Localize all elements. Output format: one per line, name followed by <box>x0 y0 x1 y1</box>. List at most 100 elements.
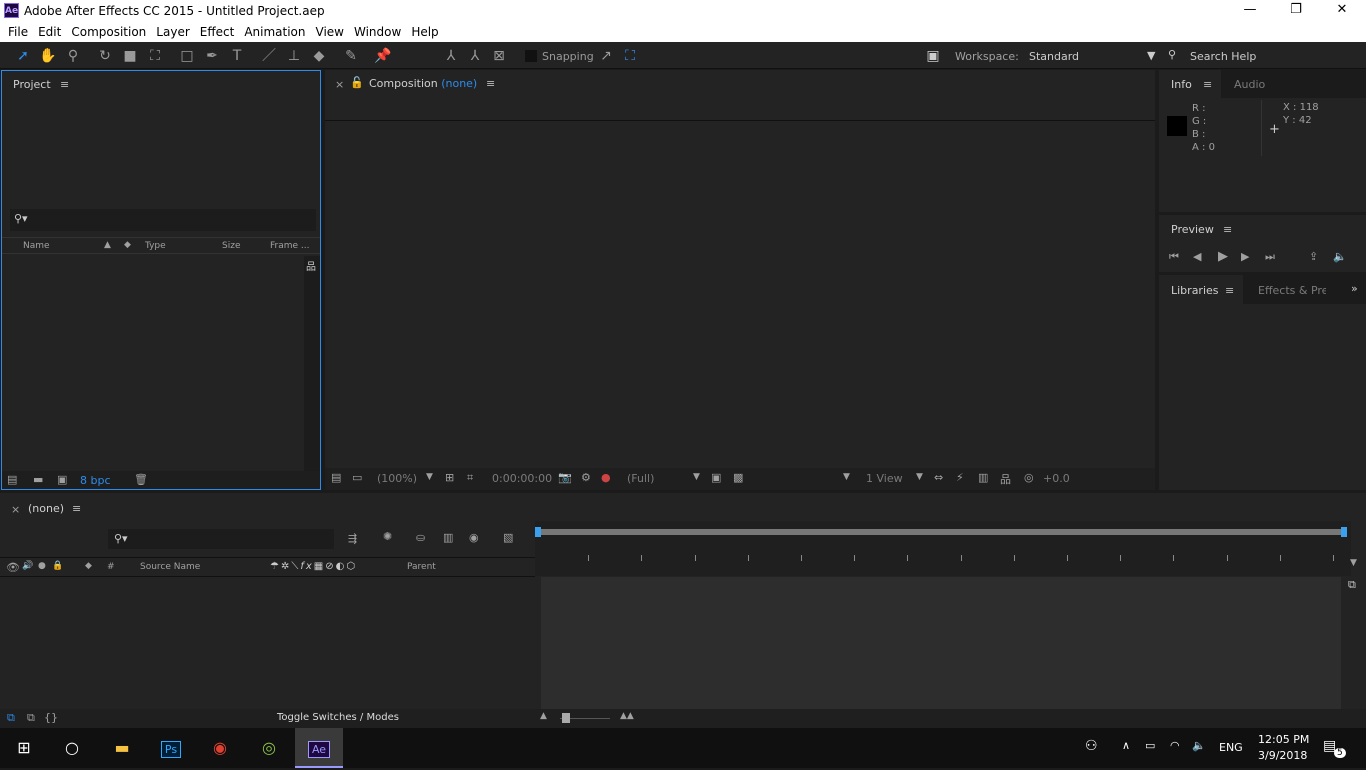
workspace-dropdown-icon[interactable]: ▼ <box>1147 49 1155 62</box>
magnification-select[interactable]: (100%) <box>377 472 417 485</box>
selection-tool-icon[interactable]: ➚ <box>13 46 33 66</box>
zoom-out-icon[interactable]: ▲ <box>540 711 547 721</box>
dropdown-icon[interactable]: ▼ <box>916 472 923 482</box>
modes-icon[interactable]: ⧉ <box>27 711 35 725</box>
preview-options-icon[interactable]: ▤ <box>331 471 341 484</box>
lock-icon[interactable]: 🔒 <box>52 561 63 571</box>
people-icon[interactable]: ⚇ <box>1085 738 1098 754</box>
frame-blending-icon[interactable]: ▥ <box>443 531 453 544</box>
work-area-end-handle[interactable] <box>1341 527 1347 537</box>
timeline-search-input[interactable]: ⚲▾ <box>108 529 334 549</box>
col-type[interactable]: Type <box>145 241 166 251</box>
snapshot-icon[interactable]: 📷 <box>558 471 572 484</box>
exposure-value[interactable]: +0.0 <box>1043 472 1070 485</box>
effects-presets-tab[interactable]: Effects & Pres <box>1258 284 1326 297</box>
work-area-start-handle[interactable] <box>535 527 541 537</box>
monitor-icon[interactable]: ▭ <box>352 471 362 484</box>
loop-icon[interactable]: ⇪ <box>1309 250 1318 263</box>
pan-behind-tool-icon[interactable]: ⛶ <box>145 46 165 66</box>
snap-edges-icon[interactable]: ↗ <box>596 46 616 66</box>
comp-mini-flowchart-icon[interactable]: ⇶ <box>348 532 357 545</box>
flowchart-icon[interactable]: 品 <box>306 258 316 273</box>
brush-tool-icon[interactable]: ／ <box>259 46 279 66</box>
rectangle-tool-icon[interactable]: □ <box>177 46 197 66</box>
dropdown-icon[interactable]: ▼ <box>693 472 700 482</box>
panel-menu-icon[interactable]: ≡ <box>486 77 495 90</box>
transparency-grid-icon[interactable]: ▩ <box>733 471 743 484</box>
col-frame[interactable]: Frame ... <box>270 241 310 251</box>
maximize-button[interactable]: ❐ <box>1276 2 1316 17</box>
workspace-select[interactable]: Standard <box>1029 50 1079 63</box>
panel-menu-icon[interactable]: ≡ <box>60 78 69 91</box>
comp-button-icon[interactable]: ⧉ <box>1348 578 1356 592</box>
dropdown-icon[interactable]: ▼ <box>426 472 433 482</box>
zoom-in-icon[interactable]: ▲▲ <box>620 711 634 721</box>
flowchart-icon[interactable]: 品 <box>1000 471 1011 487</box>
col-parent[interactable]: Parent <box>407 562 436 572</box>
col-name[interactable]: Name <box>23 241 50 251</box>
exposure-icon[interactable]: ◎ <box>1024 471 1034 484</box>
in-out-icon[interactable]: {} <box>44 711 58 724</box>
video-toggle-icon[interactable]: 👁 <box>6 561 20 574</box>
libraries-tab[interactable]: Libraries <box>1171 284 1219 297</box>
start-button[interactable]: ⊞ <box>0 728 48 768</box>
panel-menu-icon[interactable]: ≡ <box>1223 223 1232 236</box>
view-layout-select[interactable]: 1 View <box>866 472 903 485</box>
project-tab[interactable]: Project <box>13 78 51 91</box>
panel-menu-icon[interactable]: ≡ <box>72 502 81 515</box>
menu-window[interactable]: Window <box>349 22 406 42</box>
previous-frame-icon[interactable]: ◀ <box>1193 250 1201 263</box>
first-frame-icon[interactable]: ⏮ <box>1169 250 1179 264</box>
work-area-bar[interactable] <box>539 529 1345 535</box>
label-icon[interactable]: ◆ <box>85 561 92 571</box>
play-icon[interactable]: ▶ <box>1218 249 1228 264</box>
motion-blur-icon[interactable]: ◉ <box>469 531 479 544</box>
world-axis-icon[interactable]: ⅄ <box>465 46 485 66</box>
safe-zones-icon[interactable]: ⊞ <box>445 471 454 484</box>
solo-icon[interactable]: ● <box>38 561 46 571</box>
type-tool-icon[interactable]: T <box>227 46 247 66</box>
info-tab[interactable]: Info <box>1171 78 1192 91</box>
language-indicator[interactable]: ENG <box>1219 741 1243 754</box>
project-search-input[interactable]: ⚲▾ <box>10 209 316 231</box>
menu-effect[interactable]: Effect <box>195 22 240 42</box>
show-snapshot-icon[interactable]: ⚙ <box>581 471 591 484</box>
menu-layer[interactable]: Layer <box>151 22 194 42</box>
region-of-interest-icon[interactable]: ▣ <box>711 471 721 484</box>
menu-composition[interactable]: Composition <box>66 22 151 42</box>
rotate-tool-icon[interactable]: ↻ <box>95 46 115 66</box>
photoshop-icon[interactable]: Ps <box>147 728 195 768</box>
sort-icon[interactable]: ▲ <box>104 240 111 250</box>
minimize-button[interactable]: — <box>1230 2 1270 17</box>
next-frame-icon[interactable]: ▶ <box>1241 250 1249 263</box>
interpret-footage-icon[interactable]: ▤ <box>7 473 17 486</box>
fast-previews-icon[interactable]: ⚡ <box>956 471 964 484</box>
col-size[interactable]: Size <box>222 241 240 251</box>
channels-icon[interactable]: ● <box>601 471 611 484</box>
camera-tool-icon[interactable]: ■ <box>120 46 140 66</box>
audio-tab[interactable]: Audio <box>1234 78 1265 91</box>
clock-time[interactable]: 12:05 PM <box>1258 733 1309 746</box>
comp-viewer[interactable] <box>325 122 1155 467</box>
resolution-select[interactable]: (Full) <box>627 472 654 485</box>
after-effects-taskbar-icon[interactable]: Ae <box>295 728 343 768</box>
app-icon[interactable]: ◎ <box>245 728 293 768</box>
menu-file[interactable]: File <box>3 22 33 42</box>
menu-edit[interactable]: Edit <box>33 22 66 42</box>
toggle-switches-modes-button[interactable]: Toggle Switches / Modes <box>277 712 399 723</box>
menu-help[interactable]: Help <box>406 22 443 42</box>
panel-menu-icon[interactable]: ≡ <box>1203 78 1212 91</box>
draft-3d-icon[interactable]: ✺ <box>383 530 392 543</box>
menu-view[interactable]: View <box>311 22 349 42</box>
graph-editor-icon[interactable]: ▧ <box>503 531 513 544</box>
timeline-tab[interactable]: (none) <box>28 502 64 515</box>
composition-tab[interactable]: Composition (none) <box>369 77 477 90</box>
preview-tab[interactable]: Preview <box>1171 223 1214 236</box>
snap-features-icon[interactable]: ⛶ <box>620 46 640 66</box>
hand-tool-icon[interactable]: ✋ <box>38 46 58 66</box>
puppet-pin-tool-icon[interactable]: 📌 <box>373 46 393 66</box>
mute-audio-icon[interactable]: 🔈 <box>1333 250 1347 263</box>
col-number[interactable]: # <box>107 562 115 572</box>
view-axis-icon[interactable]: ⊠ <box>489 46 509 66</box>
panel-menu-icon[interactable]: ≡ <box>1225 284 1234 297</box>
